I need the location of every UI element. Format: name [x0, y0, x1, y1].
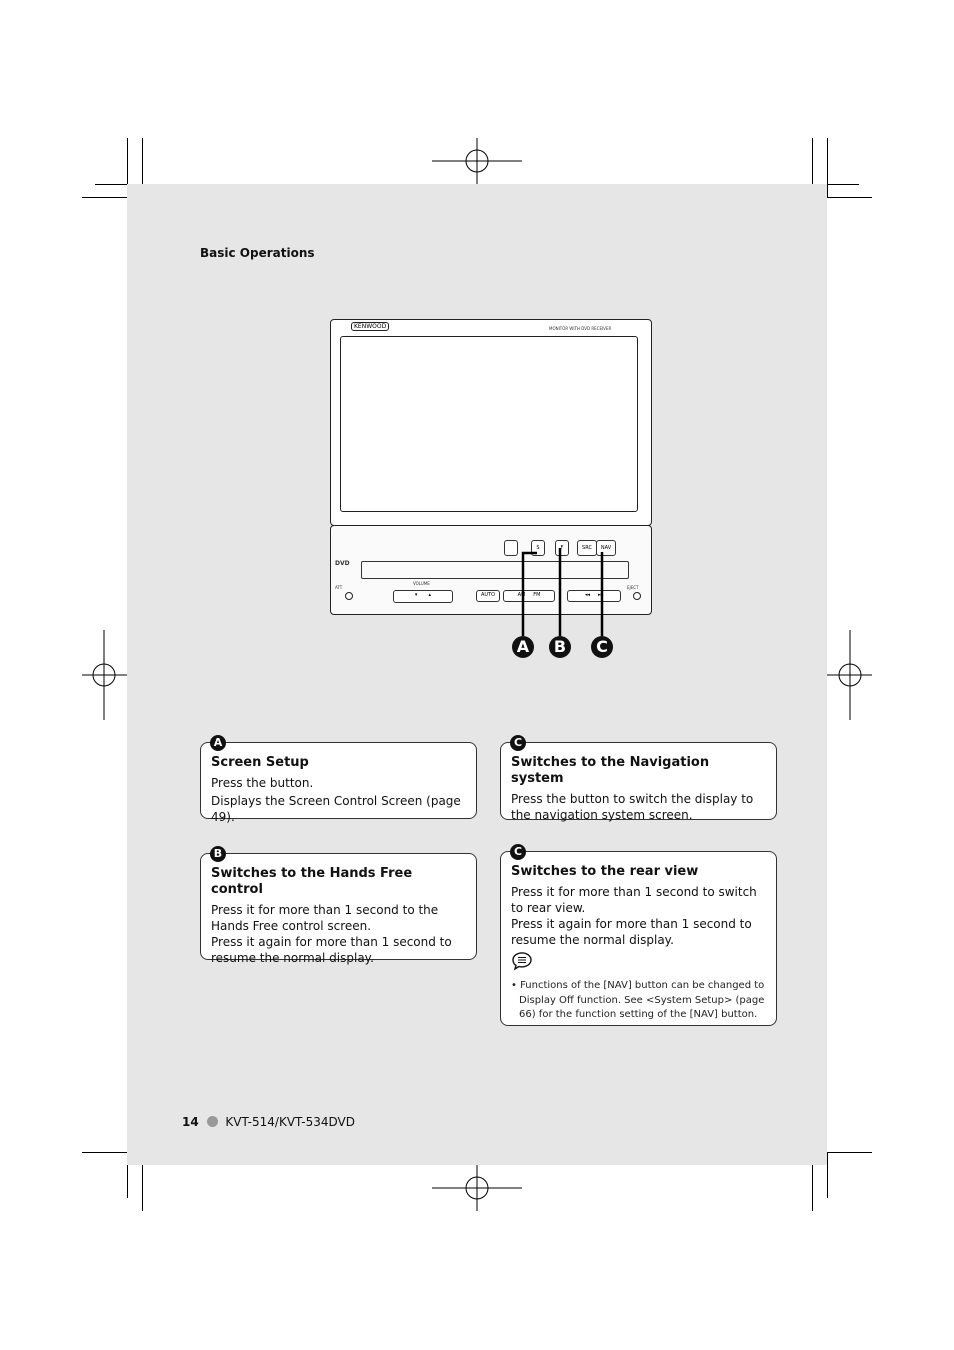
- box-text: Press it again for more than 1 second to…: [211, 935, 452, 965]
- box-title: Switches to the rear view: [511, 864, 699, 879]
- badge-c: C: [510, 844, 526, 860]
- nav-button[interactable]: NAV: [596, 540, 616, 556]
- badge-a: A: [210, 735, 226, 751]
- button-1[interactable]: [504, 540, 518, 556]
- eject-label: EJECT: [627, 585, 639, 590]
- box-title: Switches to the Hands Free control: [211, 866, 413, 897]
- box-title: Switches to the Navigation system: [511, 755, 710, 786]
- info-box-screen-setup: A Screen Setup Press the button. Display…: [200, 735, 477, 824]
- box-text: Press the button.: [211, 776, 314, 790]
- att-label: ATT: [335, 585, 343, 590]
- box-text: Press it for more than 1 second to switc…: [511, 885, 757, 915]
- track-buttons[interactable]: ◂◂ ▸▸: [567, 590, 621, 602]
- box-text: Press the button to switch the display t…: [511, 792, 754, 822]
- brand-logo: KENWOOD: [351, 322, 390, 331]
- note-body: Functions of the [NAV] button can be cha…: [519, 980, 765, 1020]
- box-text: Press it again for more than 1 second to…: [511, 917, 752, 947]
- registration-marks: [82, 138, 872, 1211]
- volume-label: VOLUME: [413, 581, 430, 586]
- info-box-hands-free: B Switches to the Hands Free control Pre…: [200, 846, 477, 965]
- auto-button[interactable]: AUTO: [476, 590, 500, 602]
- screen-setup-button[interactable]: S: [531, 540, 545, 556]
- note-icon: [512, 952, 532, 971]
- box-text: Press it for more than 1 second to the H…: [211, 903, 439, 933]
- src-button[interactable]: SRC: [577, 540, 597, 556]
- am-fm-buttons[interactable]: AM FM: [503, 590, 555, 602]
- bullet-icon: [206, 1116, 218, 1127]
- note-text: • Functions of the [NAV] button can be c…: [511, 980, 765, 1020]
- badge-c: C: [510, 735, 526, 751]
- dvd-logo: DVD: [335, 560, 350, 567]
- box-title: Screen Setup: [211, 755, 309, 770]
- device-panel: DVD S F SRC NAV ATT VOLUME ▾ ▴ AUTO AM F…: [330, 525, 652, 615]
- section-title: Basic Operations: [200, 246, 315, 260]
- disc-slot: [361, 561, 629, 579]
- info-box-navigation: C Switches to the Navigation system Pres…: [500, 735, 777, 822]
- footer: 14 KVT-514/KVT-534DVD: [182, 1115, 355, 1129]
- callout-c: C: [591, 636, 613, 658]
- box-text: Displays the Screen Control Screen (page…: [211, 794, 461, 824]
- model-label: MONITOR WITH DVD RECEIVER: [549, 326, 612, 331]
- callout-a: A: [512, 636, 534, 658]
- info-box-rear-view: C Switches to the rear view Press it for…: [500, 844, 777, 1026]
- screen[interactable]: [340, 336, 638, 512]
- hands-free-button[interactable]: F: [555, 540, 569, 556]
- page-number: 14: [182, 1115, 199, 1129]
- device-monitor: KENWOOD MONITOR WITH DVD RECEIVER: [330, 319, 652, 526]
- eject-button[interactable]: [633, 592, 641, 600]
- model-name: KVT-514/KVT-534DVD: [225, 1115, 355, 1129]
- callout-b: B: [549, 636, 571, 658]
- badge-b: B: [210, 846, 226, 862]
- volume-buttons[interactable]: ▾ ▴: [393, 590, 453, 603]
- att-button[interactable]: [345, 592, 353, 600]
